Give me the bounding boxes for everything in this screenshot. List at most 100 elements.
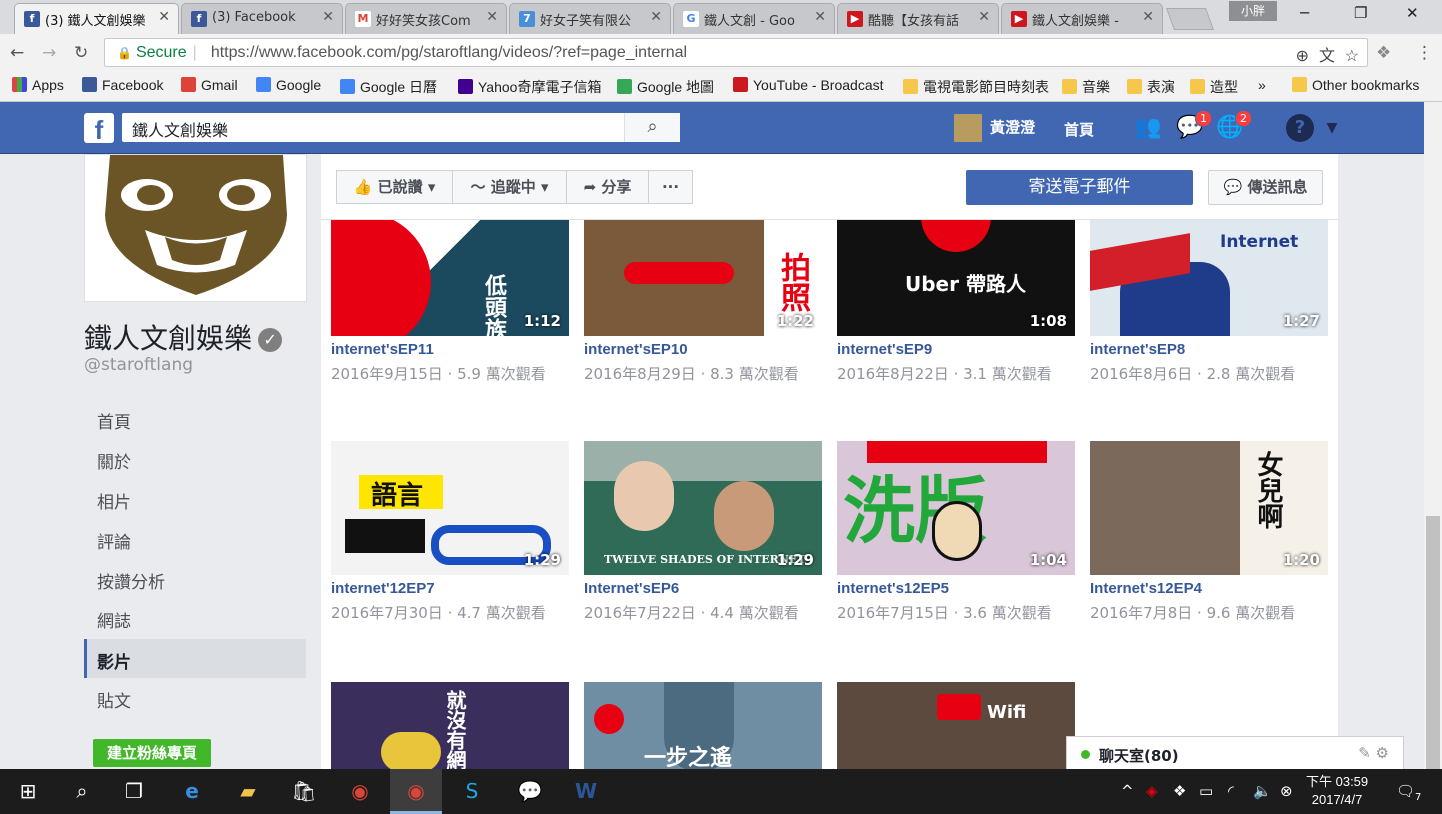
video-thumbnail[interactable]: 低頭族 1:12 (331, 202, 569, 336)
bookmark-item[interactable]: Facebook (82, 77, 163, 93)
chat-sidebar-toggle[interactable]: 聊天室(80) ✎ ⚙ (1066, 736, 1404, 770)
bookmark-item[interactable]: Google 地圖 (617, 77, 714, 97)
scrollbar-thumb[interactable] (1426, 516, 1440, 778)
url-input[interactable]: 🔒 Secure | https://www.facebook.com/pg/star… (104, 38, 1368, 67)
page-scrollbar[interactable] (1424, 102, 1442, 778)
battery-icon[interactable]: ▭ (1199, 782, 1213, 800)
more-options-button[interactable]: ··· (648, 170, 693, 204)
bookmark-item[interactable]: Google 日曆 (340, 77, 437, 97)
video-card[interactable]: 拍照 1:22 internet'sEP10 2016年8月29日 · 8.3 … (584, 202, 822, 384)
video-title[interactable]: internet'12EP7 (331, 580, 569, 597)
new-tab-button[interactable] (1165, 8, 1215, 30)
compose-icon[interactable]: ✎ (1358, 744, 1371, 762)
follow-button[interactable]: 〜 追蹤中 ▾ (452, 170, 567, 204)
browser-tab[interactable]: f (3) 鐵人文創娛樂 ✕ (14, 3, 179, 34)
video-thumbnail[interactable]: 女兒啊 1:20 (1090, 441, 1328, 575)
video-thumbnail[interactable]: TWELVE SHADES OF INTERNET 1:29 (584, 441, 822, 575)
line-icon[interactable]: 💬 (504, 769, 556, 814)
translate-icon[interactable]: 文 (1319, 43, 1335, 70)
video-thumbnail[interactable]: 洗版 1:04 (837, 441, 1075, 575)
video-card[interactable]: 一步之遙 (584, 682, 822, 769)
share-button[interactable]: ➦ 分享 (566, 170, 649, 204)
page-nav-home[interactable]: 首頁 (84, 399, 306, 438)
profile-button[interactable]: 小胖 (1229, 1, 1277, 21)
browser-tab[interactable]: 7 好女子笑有限公 ✕ (509, 3, 671, 34)
home-link[interactable]: 首頁 (1064, 119, 1094, 140)
bookmark-item[interactable]: Google (256, 77, 321, 93)
page-nav-notes[interactable]: 網誌 (84, 598, 306, 637)
dropbox-icon[interactable]: ❖ (1173, 782, 1186, 800)
search-icon[interactable]: ⌕ (56, 769, 108, 814)
video-title[interactable]: internet'sEP9 (837, 341, 1075, 358)
bookmark-item[interactable]: YouTube - Broadcast (733, 77, 895, 93)
video-thumbnail[interactable]: Uber 帶路人 1:08 (837, 202, 1075, 336)
wifi-icon[interactable]: ◜ (1228, 782, 1234, 800)
system-clock[interactable]: 下午 03:59 2017/4/7 (1306, 773, 1368, 809)
video-card[interactable]: 低頭族 1:12 internet'sEP11 2016年9月15日 · 5.9… (331, 202, 569, 384)
chrome-active-icon[interactable]: ◉ (390, 769, 442, 814)
video-thumbnail[interactable]: 一步之遙 (584, 682, 822, 769)
dropbox-icon[interactable]: ❖ (1376, 43, 1391, 63)
page-nav-insights[interactable]: 按讚分析 (84, 559, 306, 598)
reload-icon[interactable]: ↻ (74, 43, 88, 63)
video-card[interactable]: 語言 1:29 internet'12EP7 2016年7月30日 · 4.7 … (331, 441, 569, 623)
notifications-center-icon[interactable]: 🗨7 (1396, 782, 1421, 803)
close-icon[interactable]: ✕ (1142, 9, 1154, 25)
chevron-down-icon[interactable]: ▼ (1318, 114, 1346, 142)
video-thumbnail[interactable]: 就沒有網 (331, 682, 569, 769)
notifications-icon[interactable]: 🌐 2 (1216, 110, 1252, 142)
menu-icon[interactable]: ⋮ (1416, 43, 1433, 63)
close-circle-icon[interactable]: ⊗ (1280, 782, 1293, 800)
video-title[interactable]: Internet'sEP6 (584, 580, 822, 597)
friend-requests-icon[interactable]: 👥 (1134, 114, 1162, 142)
close-icon[interactable]: ✕ (322, 9, 334, 25)
skype-icon[interactable]: S (446, 769, 498, 814)
bookmark-folder[interactable]: Other bookmarks (1292, 77, 1419, 93)
video-thumbnail[interactable]: 拍照 1:22 (584, 202, 822, 336)
facebook-logo-icon[interactable]: f (84, 113, 114, 145)
send-email-button[interactable]: 寄送電子郵件 (966, 170, 1193, 205)
video-card[interactable]: Uber 帶路人 1:08 internet'sEP9 2016年8月22日 ·… (837, 202, 1075, 384)
browser-tab[interactable]: ▶ 鐵人文創娛樂 - ✕ (1001, 3, 1163, 34)
video-title[interactable]: internet'sEP11 (331, 341, 569, 358)
browser-tab[interactable]: G 鐵人文創 - Goo ✕ (673, 3, 835, 34)
user-profile-link[interactable]: 黃澄澄 (954, 114, 1035, 142)
close-icon[interactable]: ✕ (650, 9, 662, 25)
browser-tab[interactable]: ▶ 酷聽【女孩有話 ✕ (837, 3, 999, 34)
maximize-icon[interactable]: ❐ (1354, 4, 1367, 22)
video-title[interactable]: Internet's12EP4 (1090, 580, 1328, 597)
acrobat-icon[interactable]: ◈ (1146, 782, 1158, 800)
video-thumbnail[interactable]: 語言 1:29 (331, 441, 569, 575)
bookmarks-overflow-button[interactable]: » (1258, 77, 1266, 93)
chrome-icon[interactable]: ◉ (334, 769, 386, 814)
like-button[interactable]: 👍 已說讚 ▾ (336, 170, 453, 204)
back-icon[interactable]: ← (10, 43, 24, 63)
windows-start-icon[interactable]: ⊞ (2, 769, 54, 814)
video-title[interactable]: internet'sEP8 (1090, 341, 1328, 358)
word-icon[interactable]: W (560, 769, 612, 814)
volume-icon[interactable]: 🔈 (1253, 782, 1272, 800)
bookmark-item[interactable]: Yahoo奇摩電子信箱 (458, 77, 601, 97)
gear-icon[interactable]: ⚙ (1376, 744, 1389, 762)
browser-tab[interactable]: f (3) Facebook ✕ (181, 3, 343, 34)
bookmark-folder[interactable]: 音樂 (1062, 77, 1110, 97)
video-title[interactable]: internet'sEP10 (584, 341, 822, 358)
close-icon[interactable]: ✕ (814, 9, 826, 25)
close-window-icon[interactable]: ✕ (1406, 4, 1419, 22)
video-card[interactable]: 就沒有網 (331, 682, 569, 769)
page-nav-posts[interactable]: 貼文 (84, 678, 306, 717)
bookmark-folder[interactable]: 電視電影節目時刻表 (903, 77, 1049, 97)
file-explorer-icon[interactable]: ▰ (222, 769, 274, 814)
video-card[interactable]: 洗版 1:04 internet's12EP5 2016年7月15日 · 3.6… (837, 441, 1075, 623)
bookmark-folder[interactable]: 表演 (1127, 77, 1175, 97)
video-title[interactable]: internet's12EP5 (837, 580, 1075, 597)
page-profile-picture[interactable] (84, 154, 307, 302)
video-thumbnail[interactable]: Internet 1:27 (1090, 202, 1328, 336)
forward-icon[interactable]: → (42, 43, 56, 63)
edge-browser-icon[interactable]: e (166, 769, 218, 814)
browser-tab[interactable]: M 好好笑女孩Com ✕ (345, 3, 507, 34)
bookmark-folder[interactable]: 造型 (1190, 77, 1238, 97)
star-icon[interactable]: ☆ (1345, 43, 1359, 70)
minimize-icon[interactable]: ─ (1300, 4, 1309, 22)
video-card[interactable]: 女兒啊 1:20 Internet's12EP4 2016年7月8日 · 9.6… (1090, 441, 1328, 623)
